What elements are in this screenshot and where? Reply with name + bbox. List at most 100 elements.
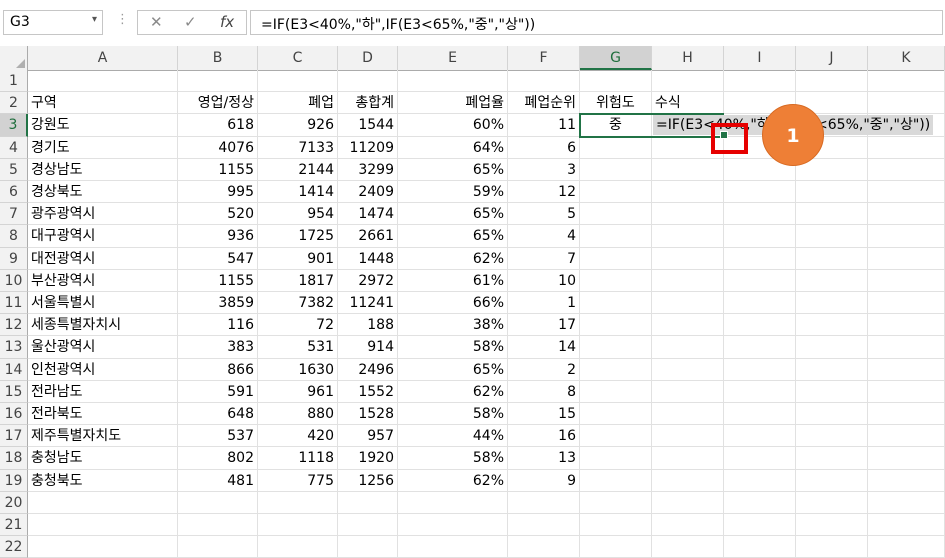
column-header-a[interactable]: A xyxy=(28,46,178,70)
cell-i7[interactable] xyxy=(724,203,796,226)
cell-i17[interactable] xyxy=(724,425,796,448)
cell-k16[interactable] xyxy=(868,403,945,426)
name-box[interactable]: G3 ▾ xyxy=(3,10,103,35)
cell-g6[interactable] xyxy=(580,181,652,204)
chevron-down-icon[interactable]: ▾ xyxy=(92,14,97,25)
cell-e22[interactable] xyxy=(398,536,508,558)
cell-f1[interactable] xyxy=(508,70,580,93)
cell-e9[interactable]: 62% xyxy=(398,247,508,270)
cell-j17[interactable] xyxy=(796,425,868,448)
cell-b12[interactable]: 116 xyxy=(178,314,258,337)
cell-a16[interactable]: 전라북도 xyxy=(28,403,178,426)
row-header-2[interactable]: 2 xyxy=(0,92,28,115)
cell-h2[interactable]: 수식 xyxy=(652,92,724,115)
cell-h16[interactable] xyxy=(652,403,724,426)
cell-f4[interactable]: 6 xyxy=(508,136,580,159)
cell-k7[interactable] xyxy=(868,203,945,226)
cell-j19[interactable] xyxy=(796,469,868,492)
column-header-k[interactable]: K xyxy=(868,46,945,70)
cell-j6[interactable] xyxy=(796,181,868,204)
cell-a5[interactable]: 경상남도 xyxy=(28,158,178,181)
cell-c2[interactable]: 폐업 xyxy=(258,92,338,115)
cell-d11[interactable]: 11241 xyxy=(338,292,398,315)
cell-f9[interactable]: 7 xyxy=(508,247,580,270)
cell-f6[interactable]: 12 xyxy=(508,181,580,204)
cell-c7[interactable]: 954 xyxy=(258,203,338,226)
cell-b3[interactable]: 618 xyxy=(178,114,258,137)
cell-h19[interactable] xyxy=(652,469,724,492)
cell-k22[interactable] xyxy=(868,536,945,558)
cell-b21[interactable] xyxy=(178,514,258,537)
cell-k18[interactable] xyxy=(868,447,945,470)
cell-g13[interactable] xyxy=(580,336,652,359)
cell-k9[interactable] xyxy=(868,247,945,270)
cell-e2[interactable]: 폐업율 xyxy=(398,92,508,115)
cell-f22[interactable] xyxy=(508,536,580,558)
cell-i19[interactable] xyxy=(724,469,796,492)
cell-h14[interactable] xyxy=(652,358,724,381)
cell-g21[interactable] xyxy=(580,514,652,537)
cell-b18[interactable]: 802 xyxy=(178,447,258,470)
cell-i13[interactable] xyxy=(724,336,796,359)
cell-d15[interactable]: 1552 xyxy=(338,380,398,403)
cell-g15[interactable] xyxy=(580,380,652,403)
cell-e8[interactable]: 65% xyxy=(398,225,508,248)
cell-j12[interactable] xyxy=(796,314,868,337)
row-header-4[interactable]: 4 xyxy=(0,136,28,159)
row-header-12[interactable]: 12 xyxy=(0,314,28,337)
cell-j21[interactable] xyxy=(796,514,868,537)
cell-g22[interactable] xyxy=(580,536,652,558)
cell-a20[interactable] xyxy=(28,491,178,514)
cell-a6[interactable]: 경상북도 xyxy=(28,181,178,204)
cell-i20[interactable] xyxy=(724,491,796,514)
cell-f3[interactable]: 11 xyxy=(508,114,580,137)
cell-g10[interactable] xyxy=(580,269,652,292)
cell-f20[interactable] xyxy=(508,491,580,514)
row-header-1[interactable]: 1 xyxy=(0,70,28,93)
cell-i22[interactable] xyxy=(724,536,796,558)
cell-g5[interactable] xyxy=(580,158,652,181)
cell-b1[interactable] xyxy=(178,70,258,93)
cell-c22[interactable] xyxy=(258,536,338,558)
cell-a7[interactable]: 광주광역시 xyxy=(28,203,178,226)
cell-b9[interactable]: 547 xyxy=(178,247,258,270)
cell-k15[interactable] xyxy=(868,380,945,403)
cell-e6[interactable]: 59% xyxy=(398,181,508,204)
cell-g9[interactable] xyxy=(580,247,652,270)
cell-f13[interactable]: 14 xyxy=(508,336,580,359)
cell-h18[interactable] xyxy=(652,447,724,470)
row-header-8[interactable]: 8 xyxy=(0,225,28,248)
cell-d4[interactable]: 11209 xyxy=(338,136,398,159)
cell-a9[interactable]: 대전광역시 xyxy=(28,247,178,270)
cell-c3[interactable]: 926 xyxy=(258,114,338,137)
cell-i15[interactable] xyxy=(724,380,796,403)
cell-k10[interactable] xyxy=(868,269,945,292)
row-header-16[interactable]: 16 xyxy=(0,403,28,426)
column-header-e[interactable]: E xyxy=(398,46,508,70)
cell-b4[interactable]: 4076 xyxy=(178,136,258,159)
cell-k14[interactable] xyxy=(868,358,945,381)
cell-h20[interactable] xyxy=(652,491,724,514)
cell-a1[interactable] xyxy=(28,70,178,93)
formula-input[interactable]: =IF(E3<40%,"하",IF(E3<65%,"중","상")) xyxy=(250,10,943,35)
cell-a21[interactable] xyxy=(28,514,178,537)
cell-k12[interactable] xyxy=(868,314,945,337)
cell-d20[interactable] xyxy=(338,491,398,514)
cell-i1[interactable] xyxy=(724,70,796,93)
cell-c15[interactable]: 961 xyxy=(258,380,338,403)
cell-h13[interactable] xyxy=(652,336,724,359)
cell-k5[interactable] xyxy=(868,158,945,181)
cell-e5[interactable]: 65% xyxy=(398,158,508,181)
cell-f21[interactable] xyxy=(508,514,580,537)
cell-h15[interactable] xyxy=(652,380,724,403)
cell-f16[interactable]: 15 xyxy=(508,403,580,426)
cell-d9[interactable]: 1448 xyxy=(338,247,398,270)
fx-icon[interactable]: fx xyxy=(220,13,234,31)
cell-i18[interactable] xyxy=(724,447,796,470)
cell-j1[interactable] xyxy=(796,70,868,93)
cell-e20[interactable] xyxy=(398,491,508,514)
cell-j14[interactable] xyxy=(796,358,868,381)
cell-k17[interactable] xyxy=(868,425,945,448)
cell-h5[interactable] xyxy=(652,158,724,181)
cell-j9[interactable] xyxy=(796,247,868,270)
